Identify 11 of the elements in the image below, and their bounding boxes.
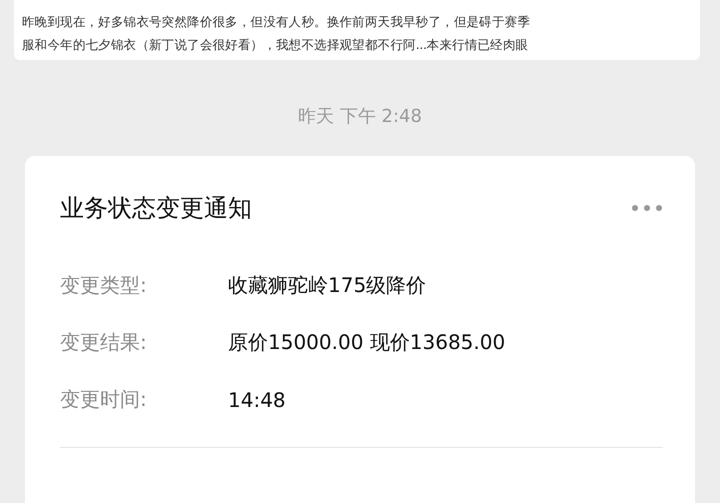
field-value: 14:48	[228, 388, 287, 412]
field-label: 变更时间:	[60, 386, 148, 413]
timestamp: 昨天 下午 2:48	[298, 105, 422, 128]
message-text: 昨晚到现在，好多锦衣号突然降价很多，但没有人秒。换作前两天我早秒了，但是碍于赛季	[22, 14, 532, 31]
message-text: 服和今年的七夕锦衣（新丁说了会很好看），我想不选择观望都不行阿...本来行情已经肉眼	[22, 37, 530, 54]
more-icon[interactable]	[631, 204, 663, 212]
field-label: 变更结果:	[60, 329, 148, 356]
card-title: 业务状态变更通知	[60, 193, 252, 224]
field-label: 变更类型:	[60, 272, 148, 299]
field-value: 收藏狮驼岭175级降价	[228, 272, 428, 299]
field-value: 原价15000.00 现价13685.00	[228, 329, 506, 356]
